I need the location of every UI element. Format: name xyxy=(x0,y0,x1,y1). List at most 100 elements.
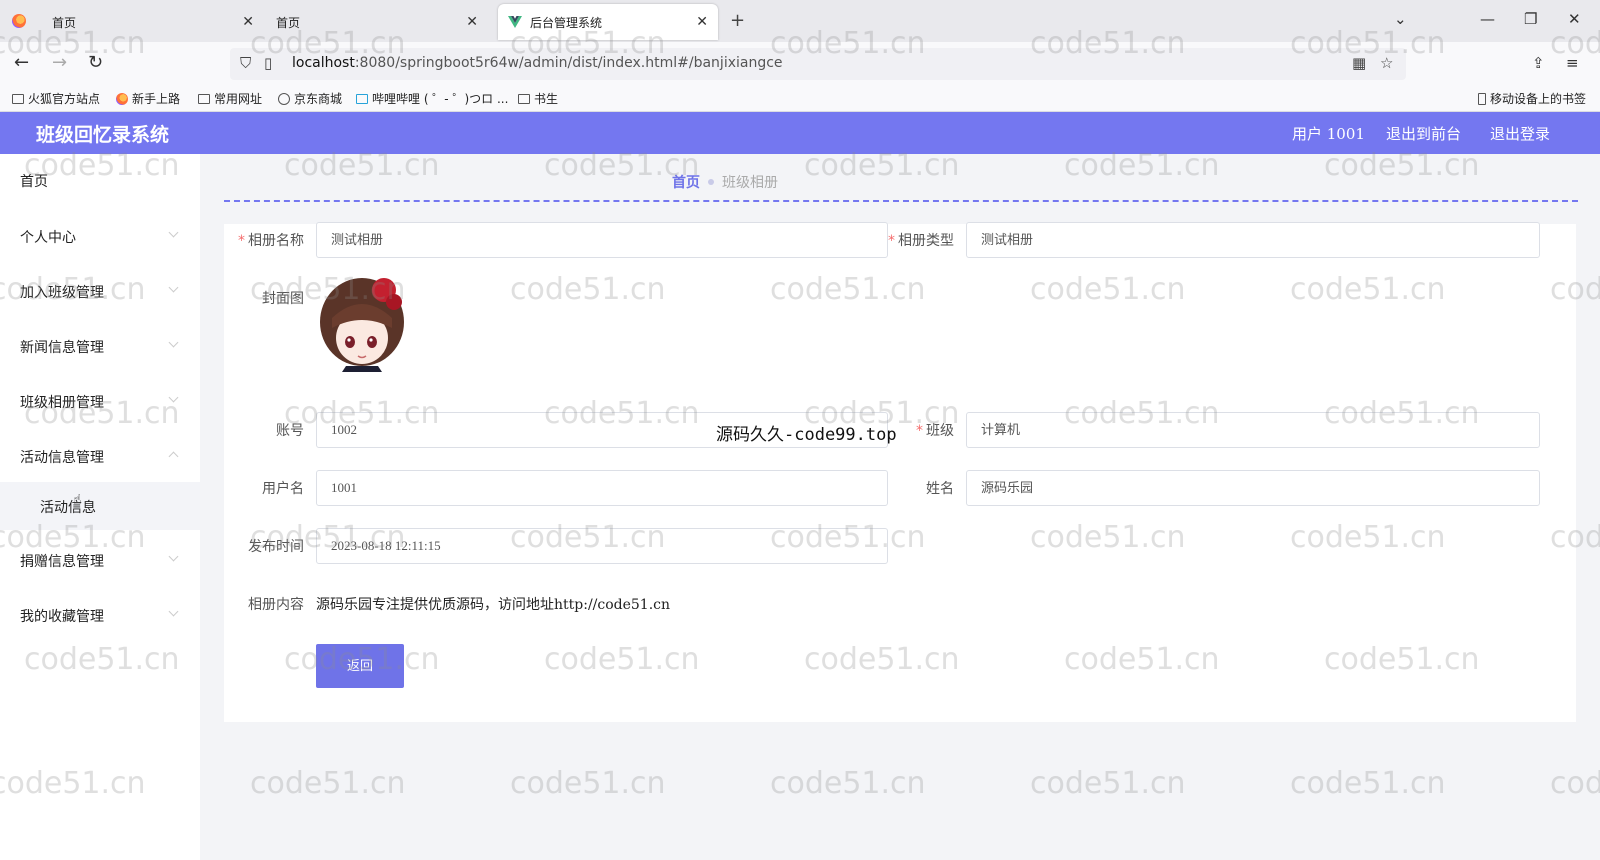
exit-to-front-link[interactable]: 退出到前台 xyxy=(1386,123,1461,144)
app-title: 班级回忆录系统 xyxy=(36,124,170,146)
url-bar[interactable]: ⛉ ▯ localhost:8080/springboot5r64w/admin… xyxy=(230,48,1406,80)
user-label: 用户 1001 xyxy=(1292,125,1365,143)
bookmark-item[interactable]: 常用网址 xyxy=(198,90,262,107)
username-field[interactable]: 1001 xyxy=(316,470,888,506)
chevron-up-icon xyxy=(168,451,179,462)
logout-link[interactable]: 退出登录 xyxy=(1490,123,1550,144)
sidebar-item-personal-center[interactable]: 个人中心 xyxy=(0,210,200,264)
cover-image xyxy=(316,272,412,372)
tab-title: 首页 xyxy=(52,15,77,30)
sidebar-item-activity[interactable]: 活动信息管理 xyxy=(0,430,200,484)
main-content: 首页 班级相册 * 相册名称 测试相册 * 相册类型 测试相册 封面图 账号 1… xyxy=(200,154,1600,860)
sidebar-item-news[interactable]: 新闻信息管理 xyxy=(0,320,200,374)
sidebar-item-home[interactable]: 首页 xyxy=(0,154,200,208)
folder-icon xyxy=(12,93,24,104)
chevron-down-icon xyxy=(168,227,179,238)
folder-icon xyxy=(518,93,530,104)
browser-tab-2[interactable]: 首页 ✕ xyxy=(266,4,488,40)
shield-icon[interactable]: ⛉ xyxy=(240,54,251,72)
bookmark-item[interactable]: 火狐官方站点 xyxy=(12,90,100,107)
breadcrumb: 首页 班级相册 xyxy=(672,172,778,192)
bookmark-item[interactable]: 新手上路 xyxy=(116,90,180,107)
chevron-down-icon xyxy=(168,606,179,617)
url-text: localhost:8080/springboot5r64w/admin/dis… xyxy=(292,55,783,71)
forward-arrow-icon[interactable]: → xyxy=(52,52,67,73)
content-label: 相册内容 xyxy=(248,597,304,613)
qr-code-icon[interactable]: ▦ xyxy=(1352,54,1366,72)
chevron-down-icon xyxy=(168,551,179,562)
bookmark-item[interactable]: 哔哩哔哩 ( ゜- ゜)つロ ... xyxy=(356,90,508,107)
restore-icon[interactable]: ❐ xyxy=(1524,10,1537,28)
tab-list-chevron-icon[interactable]: ⌄ xyxy=(1394,10,1407,28)
sidebar-item-label: 新闻信息管理 xyxy=(20,340,104,356)
album-name-field[interactable]: 测试相册 xyxy=(316,222,888,258)
album-type-field[interactable]: 测试相册 xyxy=(966,222,1540,258)
sidebar-item-label: 我的收藏管理 xyxy=(20,609,104,625)
sidebar-item-label: 活动信息 xyxy=(40,500,96,516)
firefox-icon xyxy=(116,92,128,105)
bookmark-item[interactable]: 京东商城 xyxy=(278,90,342,107)
sidebar-item-label: 个人中心 xyxy=(20,230,76,246)
back-button[interactable]: 返回 xyxy=(316,644,404,688)
album-type-label: * 相册类型 xyxy=(888,233,954,249)
sidebar: 首页 个人中心 加入班级管理 新闻信息管理 班级相册管理 活动信息管理 活动信息… xyxy=(0,154,200,860)
sidebar-item-donation[interactable]: 捐赠信息管理 xyxy=(0,534,200,588)
mobile-icon xyxy=(1478,92,1486,105)
breadcrumb-home[interactable]: 首页 xyxy=(672,172,700,192)
class-field[interactable]: 计算机 xyxy=(966,412,1540,448)
sidebar-item-class-album[interactable]: 班级相册管理 xyxy=(0,375,200,429)
extensions-icon[interactable]: ⇪ xyxy=(1532,54,1545,72)
star-icon[interactable]: ☆ xyxy=(1380,54,1393,72)
username-label: 用户名 xyxy=(262,481,304,497)
tab-title: 首页 xyxy=(276,15,301,30)
globe-icon xyxy=(278,92,290,105)
browser-tab-bar: 首页 ✕ 首页 ✕ 后台管理系统 ✕ + ⌄ — ❐ ✕ xyxy=(0,0,1600,42)
bilibili-icon xyxy=(356,93,368,104)
account-label: 账号 xyxy=(276,423,304,439)
bookmark-item[interactable]: 书生 xyxy=(518,90,558,107)
album-detail-form: * 相册名称 测试相册 * 相册类型 测试相册 封面图 账号 1002 * 班级… xyxy=(224,222,1576,722)
mobile-bookmarks[interactable]: 移动设备上的书签 xyxy=(1478,90,1586,107)
mouse-cursor-icon: ☝ xyxy=(73,492,82,508)
sidebar-item-label: 活动信息管理 xyxy=(20,450,104,466)
watermark-center-text: 源码久久-code99.top xyxy=(716,425,897,445)
breadcrumb-current: 班级相册 xyxy=(722,175,778,191)
window-close-icon[interactable]: ✕ xyxy=(1568,10,1581,28)
name-label: 姓名 xyxy=(926,481,954,497)
bookmarks-bar: 火狐官方站点 新手上路 常用网址 京东商城 哔哩哔哩 ( ゜- ゜)つロ ...… xyxy=(0,86,1600,112)
sidebar-subitem-activity-info[interactable]: 活动信息 xyxy=(0,482,200,530)
publish-time-label: 发布时间 xyxy=(248,539,304,555)
reload-icon[interactable]: ↻ xyxy=(88,52,103,73)
close-icon[interactable]: ✕ xyxy=(696,14,708,30)
sidebar-item-label: 首页 xyxy=(20,174,48,190)
vue-logo-icon xyxy=(508,15,522,29)
menu-icon[interactable]: ≡ xyxy=(1566,54,1579,72)
album-name-label: * 相册名称 xyxy=(238,233,304,249)
sidebar-item-favorites[interactable]: 我的收藏管理 xyxy=(0,589,200,643)
browser-nav-bar: ← → ↻ ⛉ ▯ localhost:8080/springboot5r64w… xyxy=(0,42,1600,86)
publish-time-field[interactable]: 2023-08-18 12:11:15 xyxy=(316,528,888,564)
name-field[interactable]: 源码乐园 xyxy=(966,470,1540,506)
chevron-down-icon xyxy=(168,337,179,348)
firefox-icon xyxy=(12,14,26,28)
sidebar-item-join-class[interactable]: 加入班级管理 xyxy=(0,265,200,319)
app-header: 班级回忆录系统 用户 1001 退出到前台 退出登录 xyxy=(0,112,1600,154)
new-tab-icon[interactable]: + xyxy=(730,10,745,31)
chevron-down-icon xyxy=(168,282,179,293)
folder-icon xyxy=(198,93,210,104)
close-icon[interactable]: ✕ xyxy=(242,14,254,30)
browser-tab-1[interactable]: 首页 ✕ xyxy=(42,4,264,40)
minimize-icon[interactable]: — xyxy=(1480,10,1495,28)
chevron-down-icon xyxy=(168,392,179,403)
cover-label: 封面图 xyxy=(262,291,304,307)
sidebar-item-label: 班级相册管理 xyxy=(20,395,104,411)
divider xyxy=(224,200,1578,202)
close-icon[interactable]: ✕ xyxy=(466,14,478,30)
back-arrow-icon[interactable]: ← xyxy=(14,52,29,73)
browser-tab-3-active[interactable]: 后台管理系统 ✕ xyxy=(498,4,718,40)
sidebar-item-label: 加入班级管理 xyxy=(20,285,104,301)
sidebar-item-label: 捐赠信息管理 xyxy=(20,554,104,570)
tab-title: 后台管理系统 xyxy=(530,15,603,30)
page-icon[interactable]: ▯ xyxy=(264,54,272,72)
content-text: 源码乐园专注提供优质源码，访问地址http://code51.cn xyxy=(316,597,671,613)
